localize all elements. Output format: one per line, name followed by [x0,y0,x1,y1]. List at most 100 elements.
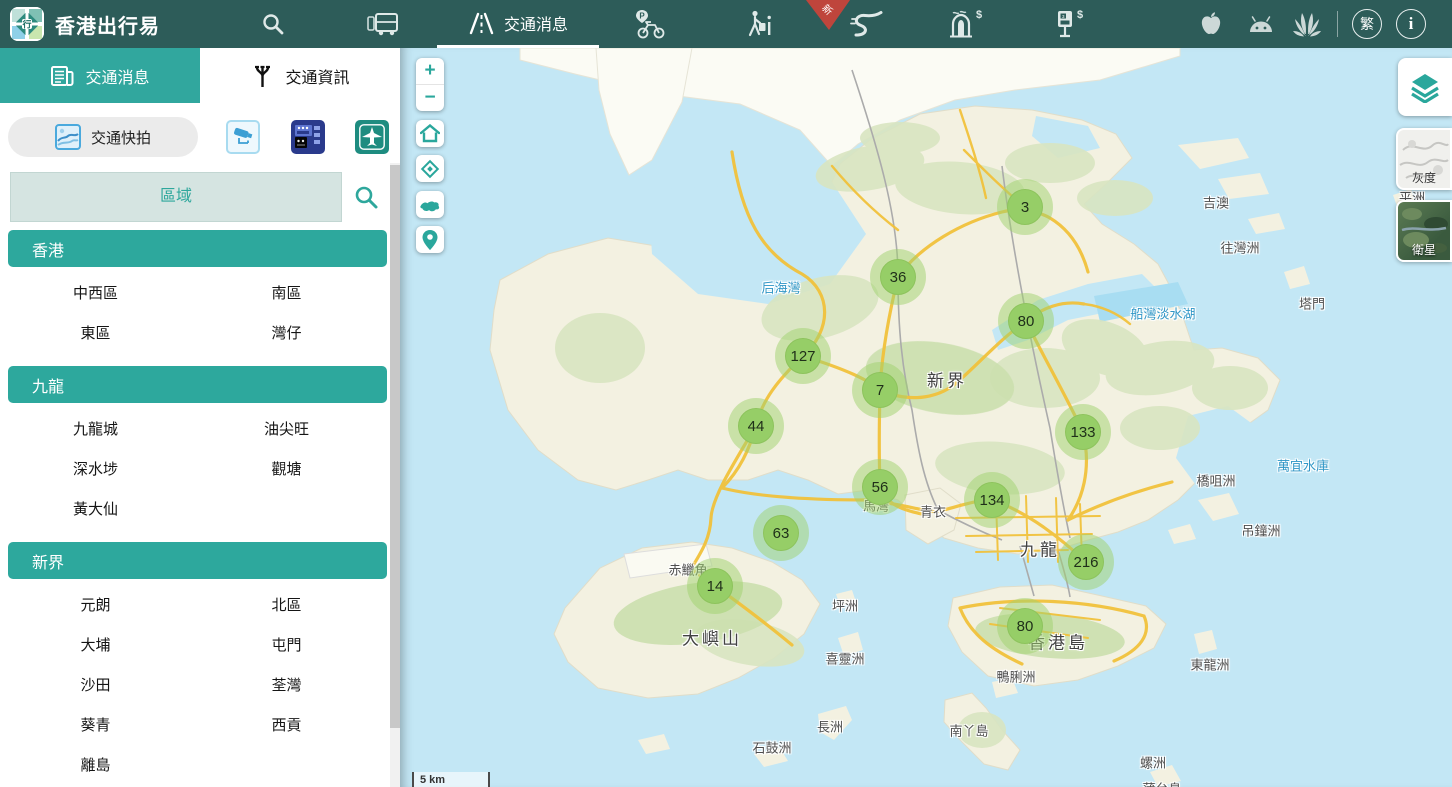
info-button[interactable]: i [1395,0,1427,48]
sidebar-scrollbar-thumb[interactable] [390,165,400,728]
incident-cluster-marker[interactable]: 216 [1068,544,1104,580]
road-icon [468,11,495,35]
incident-cluster-marker[interactable]: 134 [974,482,1010,518]
map-label: 橋咀洲 [1196,471,1235,490]
district-item[interactable]: 離島 [0,744,191,784]
district-item[interactable]: 中西區 [0,272,191,312]
map-label: 后海灣 [761,278,800,297]
info-label: i [1409,14,1414,34]
map-canvas[interactable]: 新界九龍大嶼山香港島吉澳往灣洲塔門平洲橋咀洲吊鐘洲馬灣青衣赤鱲角坪洲喜靈洲長洲石… [400,48,1452,787]
incident-cluster-marker[interactable]: 36 [880,259,916,295]
map-label: 東龍洲 [1190,655,1229,674]
tab-traffic-news-label: 交通消息 [504,11,568,35]
map-label: 新界 [927,367,967,392]
svg-text:$: $ [1077,9,1083,21]
zoom-control: + − [416,58,444,111]
district-item[interactable]: 南區 [191,272,382,312]
filter-row: 交通快拍 [0,117,400,157]
incident-cluster-marker[interactable]: 133 [1065,414,1101,450]
zoom-out-button[interactable]: − [416,85,444,111]
tab-traffic-info[interactable]: 交通資訊 [200,48,400,103]
search-icon[interactable] [260,0,286,48]
bus-icon[interactable] [366,0,400,48]
map-label: 吊鐘洲 [1241,521,1280,540]
district-item[interactable]: 葵青 [0,704,191,744]
tab-traffic-info-label: 交通資訊 [285,64,349,88]
district-search-icon[interactable] [353,184,379,210]
hk-boundary-button[interactable] [416,191,444,218]
locate-button[interactable] [416,226,444,253]
district-item[interactable]: 元朗 [0,584,191,624]
basemap-satellite-label: 衛星 [1398,241,1450,258]
incident-cluster-marker[interactable]: 80 [1007,608,1043,644]
district-item[interactable]: 灣仔 [191,312,382,352]
district-item[interactable]: 深水埗 [0,448,191,488]
region-header: 香港 [8,230,387,267]
bike-parking-icon[interactable]: P [632,0,668,48]
lang-label: 繁 [1360,14,1374,34]
control-point-filter-button[interactable] [355,120,389,154]
apple-icon[interactable] [1198,0,1224,48]
meter-toll-icon[interactable]: 3 $ [1051,0,1087,48]
tab-traffic-news-topbar[interactable]: 交通消息 [437,0,599,48]
topbar-divider [1337,11,1338,37]
district-item[interactable]: 九龍城 [0,408,191,448]
district-item[interactable]: 北區 [191,584,382,624]
incident-cluster-marker[interactable]: 44 [738,408,774,444]
cctv-filter-button[interactable] [226,120,260,154]
walking-icon[interactable] [741,0,775,48]
android-icon[interactable] [1246,0,1276,48]
traffic-snapshot-button[interactable]: 交通快拍 [8,117,198,157]
incident-cluster-marker[interactable]: 7 [862,372,898,408]
zoom-in-button[interactable]: + [416,58,444,85]
svg-text:行: 行 [21,19,31,30]
journey-time-filter-button[interactable] [291,120,325,154]
region-section-kln: 九龍 九龍城油尖旺深水埗觀塘黃大仙 [0,366,400,528]
incident-cluster-marker[interactable]: 14 [697,568,733,604]
lang-button[interactable]: 繁 [1351,0,1383,48]
map-label: 坪洲 [832,596,858,615]
basemap-grayscale-thumbnail[interactable]: 灰度 [1396,128,1452,190]
district-item[interactable]: 大埔 [0,624,191,664]
incident-cluster-marker[interactable]: 127 [785,338,821,374]
huawei-icon[interactable] [1291,0,1323,48]
s-road-icon[interactable] [849,0,885,48]
tab-traffic-news[interactable]: 交通消息 [0,48,200,103]
district-item[interactable]: 荃灣 [191,664,382,704]
incident-cluster-marker[interactable]: 80 [1008,303,1044,339]
junction-icon [250,63,275,89]
district-search-input[interactable] [10,172,342,222]
district-item[interactable]: 油尖旺 [191,408,382,448]
layers-button[interactable] [1398,58,1452,116]
locate-pin-icon [421,229,439,251]
map-label: 南丫島 [949,721,988,740]
cctv-icon [231,125,255,149]
map-label: 蒲台島 [1142,779,1181,787]
tunnel-toll-icon[interactable]: $ [948,0,984,48]
district-item[interactable]: 屯門 [191,624,382,664]
hk-boundary-icon [419,196,441,214]
app-title: 香港出行易 [55,0,160,48]
svg-text:P: P [639,12,645,21]
district-item[interactable]: 沙田 [0,664,191,704]
basemap [400,48,1452,787]
district-item[interactable]: 黃大仙 [0,488,191,528]
app-logo-icon[interactable]: 行 [10,7,44,41]
map-label: 螺洲 [1140,753,1166,772]
sidebar-panel: 交通消息 交通資訊 交通快拍 [0,48,400,787]
district-item[interactable]: 西貢 [191,704,382,744]
district-item[interactable]: 觀塘 [191,448,382,488]
svg-text:$: $ [976,9,982,21]
map-label: 大嶼山 [682,625,742,650]
home-button[interactable] [416,120,444,147]
overview-diamond-icon [420,159,440,179]
overview-button[interactable] [416,155,444,182]
region-section-hk: 香港 中西區南區東區灣仔 [0,230,400,352]
incident-cluster-marker[interactable]: 3 [1007,189,1043,225]
map-label: 石鼓洲 [752,738,791,757]
district-item[interactable]: 東區 [0,312,191,352]
incident-cluster-marker[interactable]: 63 [763,515,799,551]
basemap-satellite-thumbnail[interactable]: 衛星 [1396,200,1452,262]
sidebar-tabs: 交通消息 交通資訊 [0,48,400,103]
incident-cluster-marker[interactable]: 56 [862,469,898,505]
